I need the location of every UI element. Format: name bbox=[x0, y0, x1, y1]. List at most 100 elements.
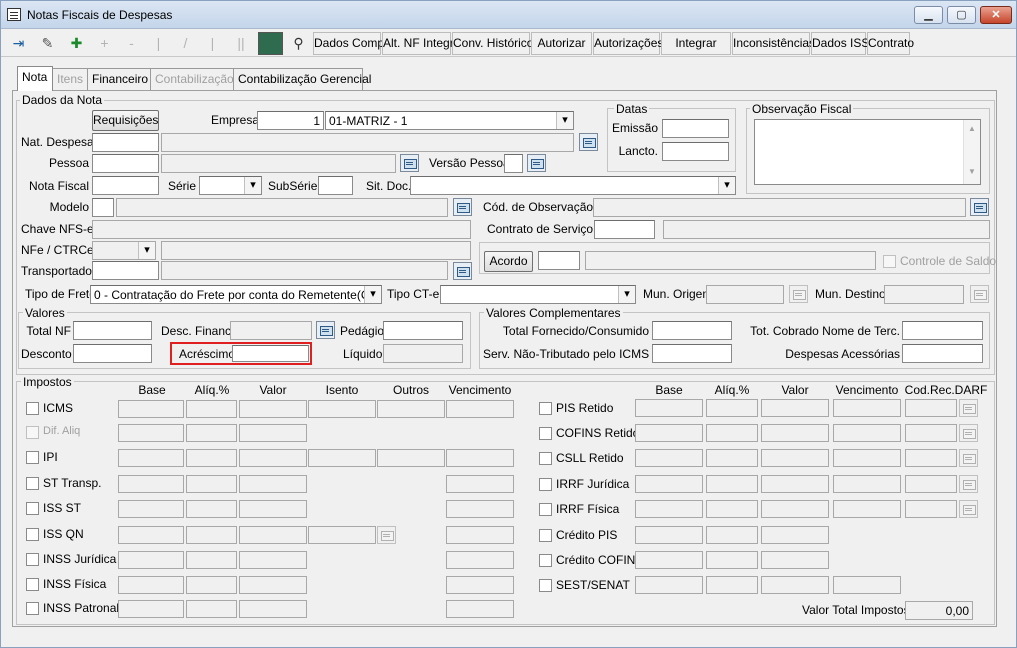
imp-left-field-5-3[interactable] bbox=[308, 526, 376, 544]
imp-left-field-0-3[interactable] bbox=[308, 400, 376, 418]
nat-despesa-code-input[interactable] bbox=[92, 133, 159, 152]
imp-left-field-0-1[interactable] bbox=[186, 400, 237, 418]
acordo-button[interactable]: Acordo bbox=[484, 251, 533, 272]
iss-qn-lookup-icon[interactable] bbox=[377, 526, 396, 544]
imp-left-field-0-2[interactable] bbox=[239, 400, 307, 418]
tipo-frete-select[interactable]: 0 - Contratação do Frete por conta do Re… bbox=[90, 285, 382, 304]
imp-left-checkbox-2[interactable] bbox=[26, 451, 39, 464]
imp-right-checkbox-1[interactable] bbox=[539, 427, 552, 440]
exit-icon[interactable]: ⇥ bbox=[5, 32, 32, 55]
lancto-input[interactable] bbox=[662, 142, 729, 161]
imp-left-field-7-2[interactable] bbox=[239, 576, 307, 594]
imp-left-field-7-1[interactable] bbox=[186, 576, 237, 594]
imp-left-checkbox-6[interactable] bbox=[26, 553, 39, 566]
serv-nao-trib-input[interactable] bbox=[652, 344, 732, 363]
nat-despesa-lookup-icon[interactable] bbox=[579, 133, 598, 151]
transportador-code-input[interactable] bbox=[92, 261, 159, 280]
desc-financ-input[interactable] bbox=[230, 321, 312, 340]
imp-left-checkbox-3[interactable] bbox=[26, 477, 39, 490]
maximize-button[interactable]: ▢ bbox=[947, 6, 976, 24]
imp-left-field-5-4[interactable] bbox=[446, 526, 514, 544]
imp-left-field-0-5[interactable] bbox=[446, 400, 514, 418]
imp-right-lookup-icon-0[interactable] bbox=[959, 399, 978, 417]
subserie-input[interactable] bbox=[318, 176, 353, 195]
next-record-icon[interactable]: | bbox=[200, 32, 225, 55]
imp-left-checkbox-4[interactable] bbox=[26, 502, 39, 515]
imp-right-field-3-4[interactable] bbox=[905, 475, 957, 493]
imp-right-checkbox-5[interactable] bbox=[539, 529, 552, 542]
despesas-acess-input[interactable] bbox=[902, 344, 983, 363]
imp-left-field-3-1[interactable] bbox=[186, 475, 237, 493]
desconto-input[interactable] bbox=[73, 344, 152, 363]
imp-left-field-5-0[interactable] bbox=[118, 526, 184, 544]
imp-right-field-6-1[interactable] bbox=[706, 551, 758, 569]
chave-nfse-input[interactable] bbox=[92, 220, 471, 239]
imp-right-field-2-2[interactable] bbox=[761, 449, 829, 467]
tipo-cte-select[interactable] bbox=[440, 285, 636, 304]
edit-icon[interactable]: ✎ bbox=[34, 32, 61, 55]
imp-left-field-8-2[interactable] bbox=[239, 600, 307, 618]
autorizacoes-button[interactable]: Autorizações bbox=[593, 32, 663, 55]
imp-right-field-1-1[interactable] bbox=[706, 424, 758, 442]
imp-left-field-2-4[interactable] bbox=[377, 449, 445, 467]
empresa-select[interactable]: 01-MATRIZ - 1 bbox=[325, 111, 574, 130]
requisicoes-button[interactable]: Requisições bbox=[92, 110, 159, 131]
imp-right-field-7-1[interactable] bbox=[706, 576, 758, 594]
obs-fiscal-scrollbar[interactable]: ▲ ▼ bbox=[963, 120, 980, 184]
nota-fiscal-input[interactable] bbox=[92, 176, 159, 195]
imp-right-field-3-2[interactable] bbox=[761, 475, 829, 493]
modelo-lookup-icon[interactable] bbox=[453, 198, 472, 216]
imp-right-field-1-4[interactable] bbox=[905, 424, 957, 442]
imp-right-field-7-0[interactable] bbox=[635, 576, 703, 594]
imp-left-field-3-2[interactable] bbox=[239, 475, 307, 493]
contrato-servico-code-input[interactable] bbox=[594, 220, 655, 239]
tab-contabilizacao[interactable]: Contabilização bbox=[150, 68, 234, 90]
last-record-icon[interactable]: || bbox=[227, 32, 255, 55]
imp-right-checkbox-7[interactable] bbox=[539, 579, 552, 592]
imp-left-field-4-1[interactable] bbox=[186, 500, 237, 518]
alt-nf-integr-button[interactable]: Alt. NF Integr. bbox=[382, 32, 456, 55]
imp-left-field-2-2[interactable] bbox=[239, 449, 307, 467]
acordo-code-input[interactable] bbox=[538, 251, 580, 270]
imp-right-field-2-4[interactable] bbox=[905, 449, 957, 467]
liquido-input[interactable] bbox=[383, 344, 463, 363]
imp-right-field-6-0[interactable] bbox=[635, 551, 703, 569]
imp-right-lookup-icon-3[interactable] bbox=[959, 475, 978, 493]
modelo-input[interactable] bbox=[92, 198, 114, 217]
imp-right-field-5-0[interactable] bbox=[635, 526, 703, 544]
imp-right-lookup-icon-2[interactable] bbox=[959, 449, 978, 467]
imp-left-field-2-5[interactable] bbox=[446, 449, 514, 467]
imp-right-field-5-1[interactable] bbox=[706, 526, 758, 544]
pessoa-lookup-icon[interactable] bbox=[400, 154, 419, 172]
add-child-icon[interactable]: + bbox=[92, 32, 117, 55]
imp-right-checkbox-2[interactable] bbox=[539, 452, 552, 465]
imp-left-field-6-2[interactable] bbox=[239, 551, 307, 569]
imp-right-lookup-icon-4[interactable] bbox=[959, 500, 978, 518]
imp-left-field-1-2[interactable] bbox=[239, 424, 307, 442]
imp-right-field-5-2[interactable] bbox=[761, 526, 829, 544]
imp-left-checkbox-1[interactable] bbox=[26, 426, 39, 439]
versao-pessoa-lookup-icon[interactable] bbox=[527, 154, 546, 172]
imp-right-field-7-3[interactable] bbox=[833, 576, 901, 594]
imp-right-field-6-2[interactable] bbox=[761, 551, 829, 569]
imp-right-field-2-1[interactable] bbox=[706, 449, 758, 467]
imp-right-field-2-3[interactable] bbox=[833, 449, 901, 467]
imp-right-field-1-2[interactable] bbox=[761, 424, 829, 442]
minimize-button[interactable]: ▁ bbox=[914, 6, 943, 24]
desc-financ-lookup-icon[interactable] bbox=[316, 321, 335, 339]
remove-child-icon[interactable]: - bbox=[119, 32, 144, 55]
imp-right-checkbox-0[interactable] bbox=[539, 402, 552, 415]
autorizar-button[interactable]: Autorizar bbox=[531, 32, 592, 55]
versao-pessoa-input[interactable] bbox=[504, 154, 523, 173]
imp-left-field-6-0[interactable] bbox=[118, 551, 184, 569]
close-button[interactable]: ✕ bbox=[980, 6, 1012, 24]
tab-nota[interactable]: Nota bbox=[17, 66, 53, 91]
imp-left-field-4-0[interactable] bbox=[118, 500, 184, 518]
imp-left-checkbox-7[interactable] bbox=[26, 578, 39, 591]
imp-left-field-5-1[interactable] bbox=[186, 526, 237, 544]
imp-left-field-2-3[interactable] bbox=[308, 449, 376, 467]
dados-iss-button[interactable]: Dados ISS bbox=[811, 32, 869, 55]
add-icon[interactable]: ✚ bbox=[63, 32, 90, 55]
imp-right-field-4-1[interactable] bbox=[706, 500, 758, 518]
imp-right-field-0-4[interactable] bbox=[905, 399, 957, 417]
